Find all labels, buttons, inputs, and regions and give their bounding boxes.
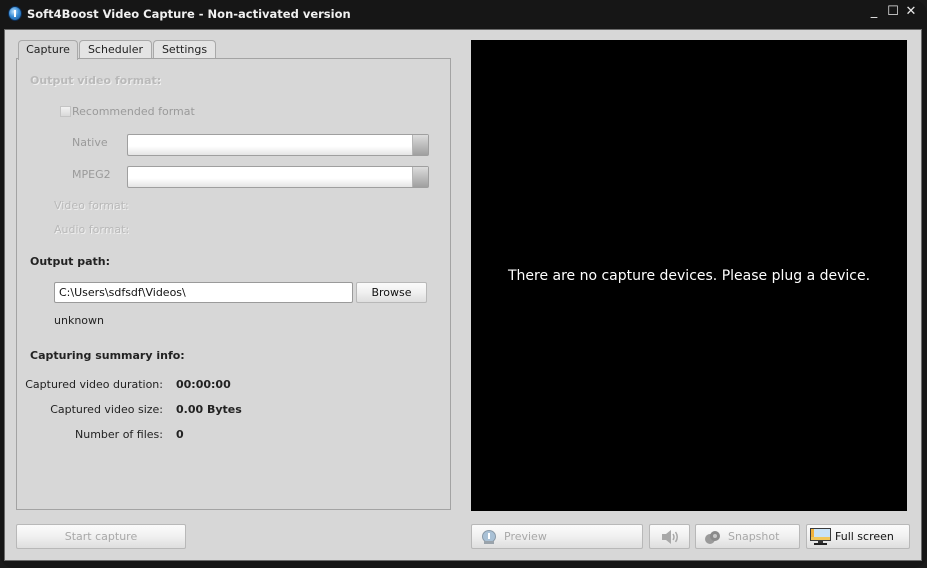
preview-label: Preview [504, 530, 547, 543]
native-format-select[interactable] [127, 134, 429, 156]
summary-heading: Capturing summary info: [30, 349, 185, 362]
preview-button[interactable]: Preview [471, 524, 643, 549]
title-bar: Soft4Boost Video Capture - Non-activated… [0, 0, 927, 28]
output-path-heading: Output path: [30, 255, 111, 268]
captured-size-value: 0.00 Bytes [176, 403, 242, 416]
mpeg2-label: MPEG2 [72, 168, 111, 181]
mpeg2-format-select[interactable] [127, 166, 429, 188]
chevron-down-icon[interactable] [412, 135, 428, 155]
output-video-format-heading: Output video format: [30, 74, 162, 87]
volume-button[interactable] [649, 524, 690, 549]
preview-icon [482, 530, 496, 544]
tab-settings[interactable]: Settings [153, 40, 216, 59]
minimize-button[interactable]: _ [867, 5, 881, 19]
number-of-files-label: Number of files: [75, 428, 163, 441]
number-of-files-value: 0 [176, 428, 184, 441]
snapshot-label: Snapshot [728, 530, 780, 543]
captured-size-label: Captured video size: [50, 403, 163, 416]
app-info-icon [8, 6, 22, 21]
tab-capture[interactable]: Capture [18, 40, 78, 60]
video-preview-area: There are no capture devices. Please plu… [471, 40, 907, 511]
captured-duration-label: Captured video duration: [25, 378, 163, 391]
camera-icon [705, 531, 720, 544]
recommended-format-label: Recommended format [72, 105, 195, 118]
tab-scheduler[interactable]: Scheduler [79, 40, 152, 59]
audio-format-label: Audio format: [54, 223, 130, 236]
output-path-input[interactable] [54, 282, 353, 303]
native-label: Native [72, 136, 108, 149]
recommended-format-checkbox[interactable] [60, 106, 71, 117]
speaker-icon [662, 530, 678, 544]
snapshot-button[interactable]: Snapshot [695, 524, 800, 549]
free-space-text: unknown [54, 314, 104, 327]
app-window: Soft4Boost Video Capture - Non-activated… [0, 0, 927, 568]
browse-button[interactable]: Browse [356, 282, 427, 303]
chevron-down-icon[interactable] [412, 167, 428, 187]
video-format-label: Video format: [54, 199, 129, 212]
close-button[interactable]: ✕ [904, 5, 918, 19]
no-device-message: There are no capture devices. Please plu… [507, 268, 871, 284]
maximize-button[interactable]: ☐ [886, 5, 900, 19]
fullscreen-button[interactable]: Full screen [806, 524, 910, 549]
window-title: Soft4Boost Video Capture - Non-activated… [27, 7, 351, 21]
start-capture-button[interactable]: Start capture [16, 524, 186, 549]
monitor-icon [810, 528, 831, 545]
captured-duration-value: 00:00:00 [176, 378, 231, 391]
fullscreen-label: Full screen [835, 530, 894, 543]
